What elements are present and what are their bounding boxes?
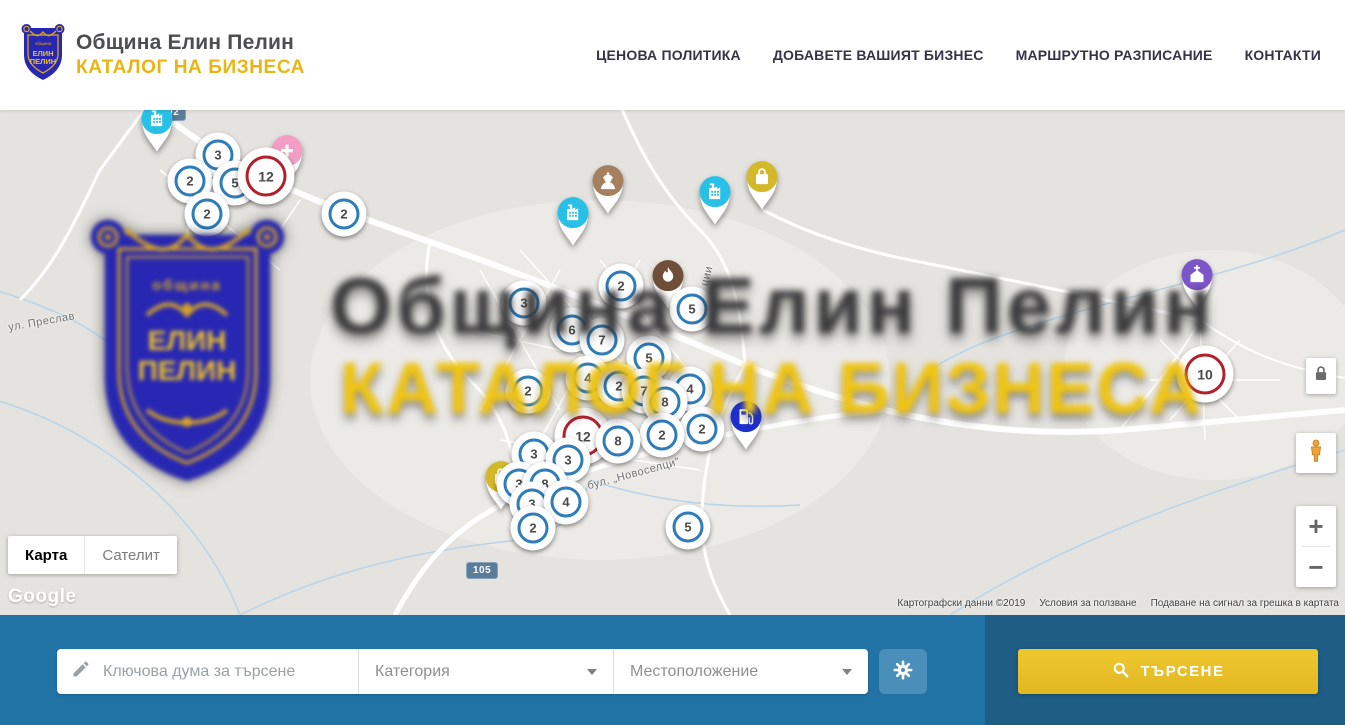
site-title: Община Елин Пелин КАТАЛОГ НА БИЗНЕСА (76, 31, 305, 79)
lock-icon (1310, 363, 1332, 390)
cluster-marker[interactable]: 2 (680, 407, 725, 452)
category-select-label: Категория (375, 663, 450, 681)
pencil-icon (71, 659, 91, 684)
zoom-in-button[interactable]: + (1296, 506, 1336, 546)
chevron-down-icon (587, 669, 597, 675)
attribution-report-error-link[interactable]: Подаване на сигнал за грешка в картата (1151, 598, 1339, 609)
map-attribution: Картографски данни ©2019 Условия за полз… (897, 598, 1339, 609)
cluster-marker[interactable]: 5 (670, 287, 715, 332)
advanced-settings-button[interactable] (879, 649, 927, 694)
cluster-marker[interactable]: 2 (640, 413, 685, 458)
cluster-count: 12 (258, 168, 274, 184)
cluster-count: 3 (564, 453, 571, 468)
pegman-icon (1303, 438, 1329, 469)
cluster-count: 5 (645, 351, 652, 366)
google-logo[interactable]: Google (8, 586, 76, 608)
cluster-count: 4 (686, 382, 693, 397)
cluster-marker[interactable]: 2 (599, 264, 644, 309)
pin-marker-worker[interactable] (586, 160, 630, 221)
cluster-count: 2 (186, 174, 193, 189)
attribution-copyright: Картографски данни ©2019 (897, 598, 1025, 609)
cluster-marker[interactable]: 2 (506, 369, 551, 414)
map-type-control: Карта Сателит (8, 536, 177, 574)
map-type-satellite-button[interactable]: Сателит (84, 536, 177, 574)
cluster-marker[interactable]: 5 (666, 505, 711, 550)
cluster-count: 2 (203, 207, 210, 222)
search-bar: Категория Местоположение (0, 615, 1345, 725)
cluster-count: 5 (688, 302, 695, 317)
cluster-marker[interactable]: 12 (238, 148, 295, 205)
markers-layer: 3251222235675427428221283338342510 (0, 110, 1345, 615)
gear-icon (891, 658, 915, 685)
header: община ЕЛИН ПЕЛИН Община Елин Пелин КАТА… (0, 0, 1345, 110)
pin-marker-factory[interactable] (135, 110, 179, 159)
site-logo[interactable]: община ЕЛИН ПЕЛИН Община Елин Пелин КАТА… (20, 23, 305, 88)
cluster-marker[interactable]: 3 (502, 281, 547, 326)
site-title-line2: КАТАЛОГ НА БИЗНЕСА (76, 57, 305, 79)
zoom-control: + − (1296, 506, 1336, 587)
cluster-count: 2 (617, 279, 624, 294)
keyword-section (57, 649, 358, 694)
cluster-count: 2 (658, 428, 665, 443)
site-title-line1: Община Елин Пелин (76, 31, 305, 55)
pin-marker-fuel-pump[interactable] (724, 396, 768, 457)
svg-text:община: община (35, 41, 52, 46)
cluster-count: 2 (698, 422, 705, 437)
location-select-label: Местоположение (630, 663, 758, 681)
nav-item-pricing[interactable]: ЦЕНОВА ПОЛИТИКА (596, 47, 741, 63)
keyword-search-input[interactable] (103, 663, 346, 681)
nav-item-route-schedule[interactable]: МАРШРУТНО РАЗПИСАНИЕ (1016, 47, 1213, 63)
cluster-count: 4 (562, 495, 569, 510)
location-select[interactable]: Местоположение (614, 649, 868, 694)
street-view-pegman-button[interactable] (1296, 433, 1336, 473)
search-button[interactable]: ТЪРСЕНЕ (1018, 649, 1318, 694)
cluster-marker[interactable]: 2 (322, 192, 367, 237)
nav-item-contacts[interactable]: КОНТАКТИ (1245, 47, 1321, 63)
search-filters: Категория Местоположение (57, 649, 868, 694)
cluster-count: 10 (1197, 366, 1213, 382)
cluster-marker[interactable]: 8 (596, 419, 641, 464)
cluster-count: 5 (684, 520, 691, 535)
municipality-crest-icon: община ЕЛИН ПЕЛИН (20, 23, 66, 88)
cluster-count: 2 (524, 384, 531, 399)
svg-text:ПЕЛИН: ПЕЛИН (30, 57, 56, 66)
attribution-terms-link[interactable]: Условия за ползване (1039, 598, 1136, 609)
cluster-count: 3 (520, 296, 527, 311)
cluster-count: 2 (340, 207, 347, 222)
cluster-count: 4 (584, 371, 591, 386)
search-button-label: ТЪРСЕНЕ (1140, 663, 1224, 680)
zoom-out-button[interactable]: − (1296, 547, 1336, 587)
cluster-count: 3 (214, 148, 221, 163)
cluster-count: 8 (614, 434, 621, 449)
map-type-map-button[interactable]: Карта (8, 536, 84, 574)
pin-marker-factory[interactable] (693, 171, 737, 232)
google-map[interactable]: 6002105ул. Преславбул. „Новоселци”ции 32… (0, 110, 1345, 615)
chevron-down-icon (842, 669, 852, 675)
lock-button[interactable] (1306, 358, 1336, 394)
nav-item-add-business[interactable]: ДОБАВЕТЕ ВАШИЯТ БИЗНЕС (773, 47, 984, 63)
main-nav: ЦЕНОВА ПОЛИТИКА ДОБАВЕТЕ ВАШИЯТ БИЗНЕС М… (596, 47, 1321, 63)
pin-marker-church[interactable] (1175, 254, 1219, 315)
pin-marker-shopping-bag[interactable] (740, 156, 784, 217)
cluster-marker[interactable]: 2 (511, 506, 556, 551)
cluster-count: 6 (568, 323, 575, 338)
cluster-count: 7 (598, 333, 605, 348)
category-select[interactable]: Категория (359, 649, 613, 694)
cluster-marker[interactable]: 10 (1177, 346, 1234, 403)
cluster-marker[interactable]: 2 (185, 192, 230, 237)
search-icon (1111, 660, 1130, 683)
cluster-count: 3 (530, 447, 537, 462)
cluster-count: 2 (529, 521, 536, 536)
cluster-count: 8 (661, 395, 668, 410)
